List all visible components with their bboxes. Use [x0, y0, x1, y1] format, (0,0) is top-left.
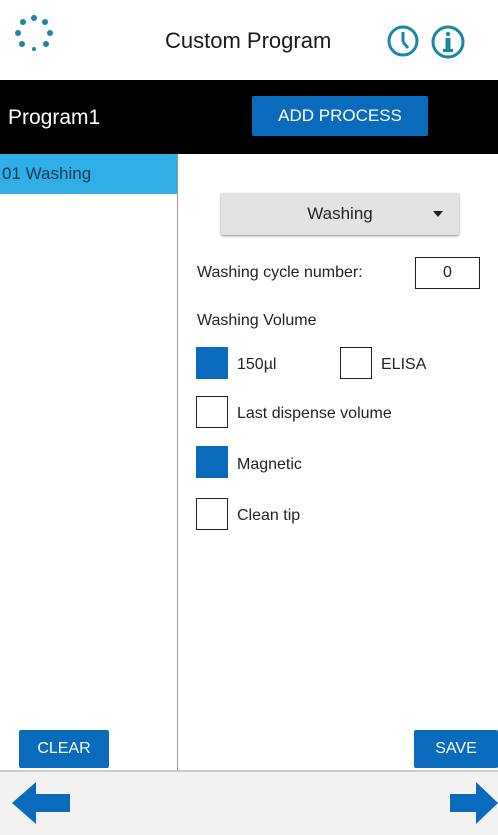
dotted-circle-icon: [15, 15, 53, 51]
option-last-dispense-label: Last dispense volume: [237, 405, 392, 422]
program-name: Program1: [8, 106, 101, 129]
cycle-label: Washing cycle number:: [197, 264, 363, 281]
arrow-left-icon[interactable]: [12, 780, 70, 826]
save-button[interactable]: SAVE: [414, 730, 498, 768]
option-clean-tip-label: Clean tip: [237, 507, 301, 524]
top-bar: Custom Program: [0, 0, 498, 80]
checkbox-magnetic[interactable]: [196, 446, 228, 478]
clear-button[interactable]: CLEAR: [19, 730, 109, 768]
process-type-dropdown[interactable]: Washing: [221, 193, 459, 235]
option-magnetic-label: Magnetic: [237, 456, 302, 473]
info-icon[interactable]: [430, 24, 466, 60]
bottom-nav-bar: [0, 770, 498, 835]
add-process-button[interactable]: ADD PROCESS: [252, 96, 428, 136]
arrow-right-icon[interactable]: [450, 780, 498, 826]
clock-icon[interactable]: [386, 24, 420, 58]
cycle-number-field[interactable]: 0: [415, 257, 480, 289]
checkbox-last-dispense[interactable]: [196, 396, 228, 428]
process-item-washing[interactable]: 01 Washing: [0, 154, 177, 194]
chevron-down-icon: [433, 211, 443, 217]
option-elisa-label: ELISA: [381, 356, 427, 373]
checkbox-clean-tip[interactable]: [196, 498, 228, 530]
process-sidebar: 01 Washing: [0, 154, 178, 770]
checkbox-150ul[interactable]: [196, 347, 228, 379]
checkbox-elisa[interactable]: [340, 347, 372, 379]
volume-label: Washing Volume: [197, 312, 317, 329]
option-150ul-label: 150µl: [237, 356, 277, 373]
process-type-value: Washing: [307, 204, 373, 223]
page-title: Custom Program: [165, 28, 332, 53]
